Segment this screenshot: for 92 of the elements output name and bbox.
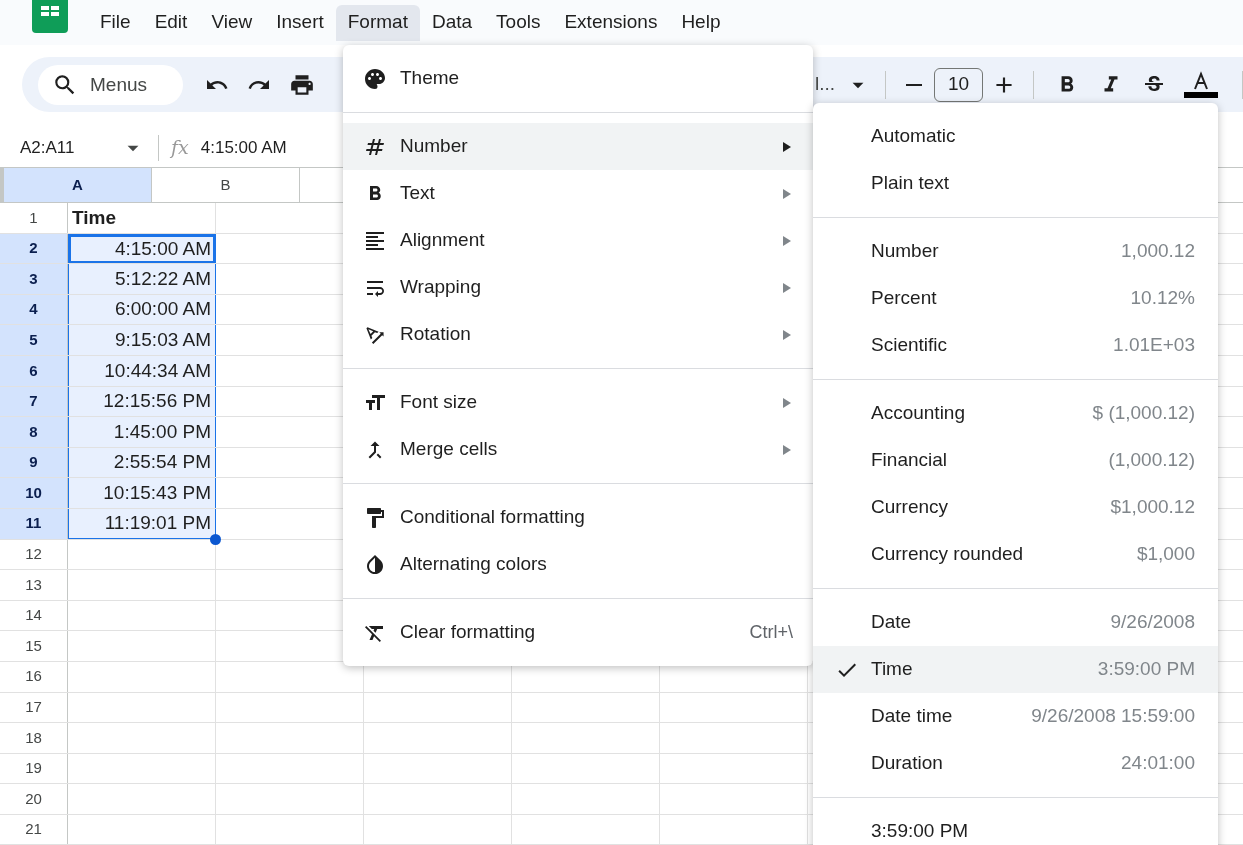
menu-item[interactable]: Insert — [264, 4, 336, 41]
row-header[interactable]: 9 — [0, 447, 68, 478]
table-cell[interactable]: 4:15:00 AM — [69, 234, 215, 264]
format-example: $ (1,000.12) — [1092, 401, 1195, 426]
table-cell[interactable]: 11:19:01 PM — [69, 508, 215, 538]
menu-item[interactable]: Percent 10.12% — [813, 275, 1218, 322]
menu-item[interactable]: Font size — [343, 379, 813, 426]
menu-item[interactable]: Time 3:59:00 PM — [813, 646, 1218, 693]
menu-item[interactable]: Rotation — [343, 311, 813, 358]
format-example: 24:01:00 — [1121, 751, 1195, 776]
format-example: $1,000 — [1136, 542, 1195, 567]
row-header[interactable]: 7 — [0, 386, 68, 417]
table-cell[interactable]: 10:15:43 PM — [69, 478, 215, 508]
menu-item[interactable]: Plain text — [813, 160, 1218, 207]
menu-item[interactable]: 3:59:00 PM — [813, 808, 1218, 845]
fill-handle[interactable] — [210, 533, 221, 545]
menu-item[interactable]: Clear formatting Ctrl+\ — [343, 609, 813, 656]
corner-cell[interactable] — [0, 168, 4, 202]
row-header[interactable]: 6 — [0, 355, 68, 386]
format-example: 1,000.12 — [1121, 239, 1195, 264]
menu-item[interactable]: Accounting $ (1,000.12) — [813, 390, 1218, 437]
format-example: 9/26/2008 — [1110, 610, 1195, 635]
menu-item[interactable]: Edit — [142, 4, 200, 41]
row-header[interactable]: 4 — [0, 294, 68, 325]
row-header[interactable]: 20 — [0, 784, 68, 814]
menu-item[interactable]: File — [88, 4, 143, 41]
palette-icon — [363, 66, 387, 91]
row-header[interactable]: 21 — [0, 814, 68, 845]
format-example: 9/26/2008 15:59:00 — [1031, 704, 1195, 729]
row-header[interactable]: 1 — [0, 203, 68, 233]
format-example: 10.12% — [1130, 286, 1195, 311]
name-box[interactable]: A2:A11 — [20, 134, 120, 161]
row-header[interactable]: 10 — [0, 478, 68, 508]
format-example: (1,000.12) — [1108, 448, 1195, 473]
column-header[interactable]: B — [152, 168, 300, 202]
sheets-logo-icon[interactable] — [32, 0, 68, 33]
row-header[interactable]: 19 — [0, 753, 68, 784]
menu-item[interactable]: Data — [419, 4, 485, 41]
menu-item[interactable]: Currency rounded $1,000 — [813, 531, 1218, 578]
menu-item[interactable]: Tools — [484, 4, 553, 41]
font-size-field[interactable]: 10 — [934, 67, 983, 102]
table-cell[interactable]: 2:55:54 PM — [69, 447, 215, 478]
menu-item[interactable]: Merge cells — [343, 426, 813, 473]
column-header[interactable]: A — [4, 168, 152, 202]
formula-text[interactable]: 4:15:00 AM — [200, 134, 287, 161]
format-example: 1.01E+03 — [1113, 333, 1195, 358]
row-header[interactable]: 5 — [0, 325, 68, 355]
menu-item[interactable]: Date 9/26/2008 — [813, 599, 1218, 646]
menu-item[interactable]: Alignment — [343, 217, 813, 264]
row-header[interactable]: 8 — [0, 417, 68, 447]
menu-item[interactable]: Theme — [343, 55, 813, 102]
table-cell[interactable]: 9:15:03 AM — [69, 325, 215, 355]
menu-item[interactable]: Duration 24:01:00 — [813, 740, 1218, 787]
table-cell[interactable]: 12:15:56 PM — [69, 386, 215, 417]
table-cell[interactable]: 1:45:00 PM — [69, 417, 215, 447]
format-example: $1,000.12 — [1110, 495, 1195, 520]
table-cell[interactable]: 10:44:34 AM — [69, 355, 215, 386]
menu-item[interactable]: Conditional formatting — [343, 494, 813, 541]
row-header[interactable]: 3 — [0, 264, 68, 294]
row-header[interactable]: 12 — [0, 539, 68, 570]
table-cell[interactable]: 5:12:22 AM — [69, 264, 215, 294]
row-header[interactable]: 13 — [0, 570, 68, 600]
row-header[interactable]: 11 — [0, 508, 68, 539]
menu-item[interactable]: Number — [343, 123, 813, 170]
menu-item[interactable]: View — [199, 4, 265, 41]
row-header[interactable]: 2 — [0, 233, 68, 264]
font-name[interactable]: l... — [814, 70, 835, 99]
menu-item[interactable]: Text — [343, 170, 813, 217]
search-field[interactable]: Menus — [38, 64, 183, 105]
menu-item[interactable]: Wrapping — [343, 264, 813, 311]
menu-item[interactable]: Number 1,000.12 — [813, 228, 1218, 275]
menu-item[interactable]: Format — [335, 4, 420, 41]
menu-item[interactable]: Help — [669, 4, 733, 41]
table-cell[interactable]: Time — [68, 203, 215, 233]
function-icon: fx — [171, 133, 189, 162]
menu-item[interactable]: Scientific 1.01E+03 — [813, 322, 1218, 369]
row-header[interactable]: 16 — [0, 661, 68, 692]
menu-item[interactable]: Alternating colors — [343, 541, 813, 588]
row-header[interactable]: 17 — [0, 692, 68, 723]
minus-icon — [906, 83, 922, 86]
format-example: 3:59:00 PM — [1097, 657, 1195, 682]
shortcut-text: Ctrl+\ — [749, 621, 793, 644]
table-cell[interactable]: 6:00:00 AM — [69, 294, 215, 325]
menu-item[interactable]: Financial (1,000.12) — [813, 437, 1218, 484]
menu-item[interactable]: Extensions — [552, 4, 670, 41]
menu-item[interactable]: Date time 9/26/2008 15:59:00 — [813, 693, 1218, 740]
row-header[interactable]: 18 — [0, 723, 68, 753]
menu-item[interactable]: Automatic — [813, 113, 1218, 160]
row-header[interactable]: 14 — [0, 600, 68, 631]
menu-item[interactable]: Currency $1,000.12 — [813, 484, 1218, 531]
row-header[interactable]: 15 — [0, 631, 68, 661]
text-color-icon — [1184, 70, 1218, 99]
